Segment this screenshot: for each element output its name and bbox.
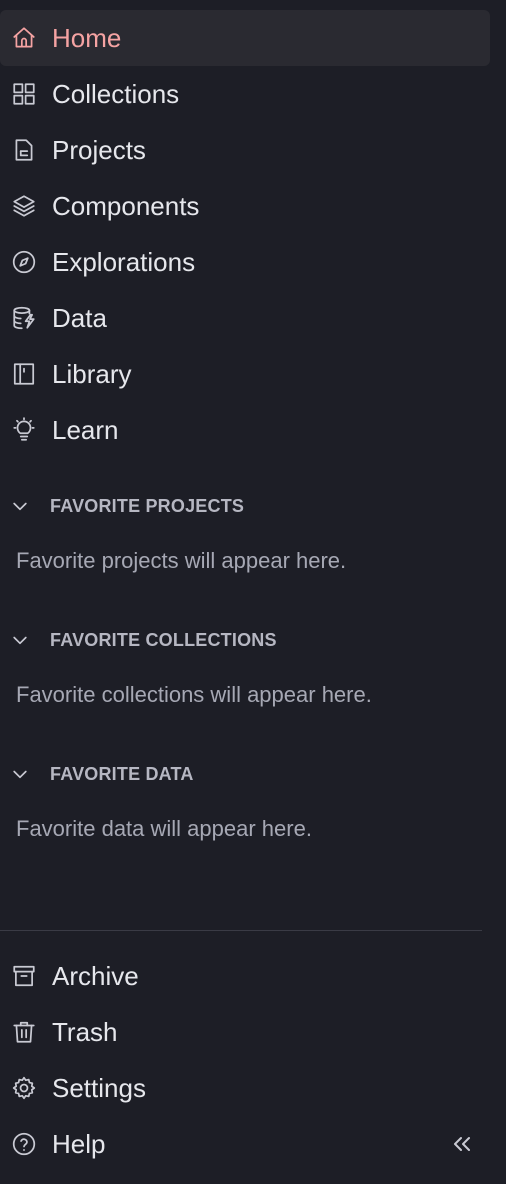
favorite-projects-empty: Favorite projects will appear here. [16,548,347,573]
favorite-projects-toggle[interactable]: FAVORITE PROJECTS [0,489,490,523]
nav-label: Data [52,303,107,333]
nav-label: Trash [52,1017,118,1047]
nav-label: Help [52,1129,106,1159]
nav-label: Settings [52,1073,146,1103]
nav-item-components[interactable]: Components [0,178,490,234]
nav-label: Home [52,23,122,53]
collapse-sidebar-button[interactable] [446,1128,478,1160]
nav-label: Library [52,359,132,389]
favorite-collections-empty: Favorite collections will appear here. [16,682,372,707]
nav-item-projects[interactable]: Projects [0,122,490,178]
section-title: FAVORITE COLLECTIONS [50,629,277,650]
compass-icon [10,248,38,276]
nav-item-collections[interactable]: Collections [0,66,490,122]
divider [0,930,482,931]
section-title: FAVORITE PROJECTS [50,495,245,516]
nav-item-settings[interactable]: Settings [0,1060,490,1116]
nav-label: Archive [52,961,139,991]
grid-icon [10,80,38,108]
nav-item-trash[interactable]: Trash [0,1004,490,1060]
lightbulb-icon [10,416,38,444]
nav-item-help[interactable]: Help [0,1116,430,1172]
nav-label: Components [52,191,200,221]
chevron-down-icon [10,496,32,516]
layers-icon [10,192,38,220]
archive-icon [10,962,38,990]
sidebar: Home Collections Projects Components Exp… [0,0,506,1184]
nav-label: Collections [52,79,180,109]
nav-label: Projects [52,135,146,165]
book-icon [10,360,38,388]
nav-item-learn[interactable]: Learn [0,402,490,458]
nav-item-library[interactable]: Library [0,346,490,402]
chevrons-left-icon [454,1137,470,1151]
file-icon [10,136,38,164]
database-icon [10,304,38,332]
help-icon [10,1130,38,1158]
nav-item-archive[interactable]: Archive [0,948,490,1004]
nav-label: Explorations [52,247,196,277]
section-title: FAVORITE DATA [50,763,194,784]
trash-icon [10,1018,38,1046]
nav-item-home[interactable]: Home [0,10,490,66]
home-icon [10,24,38,52]
nav-item-data[interactable]: Data [0,290,490,346]
chevron-down-icon [10,630,32,650]
nav-label: Learn [52,415,119,445]
nav-item-explorations[interactable]: Explorations [0,234,490,290]
gear-icon [10,1074,38,1102]
chevron-down-icon [10,764,32,784]
favorite-collections-toggle[interactable]: FAVORITE COLLECTIONS [0,623,490,657]
favorite-data-toggle[interactable]: FAVORITE DATA [0,757,490,791]
favorite-data-empty: Favorite data will appear here. [16,816,312,841]
